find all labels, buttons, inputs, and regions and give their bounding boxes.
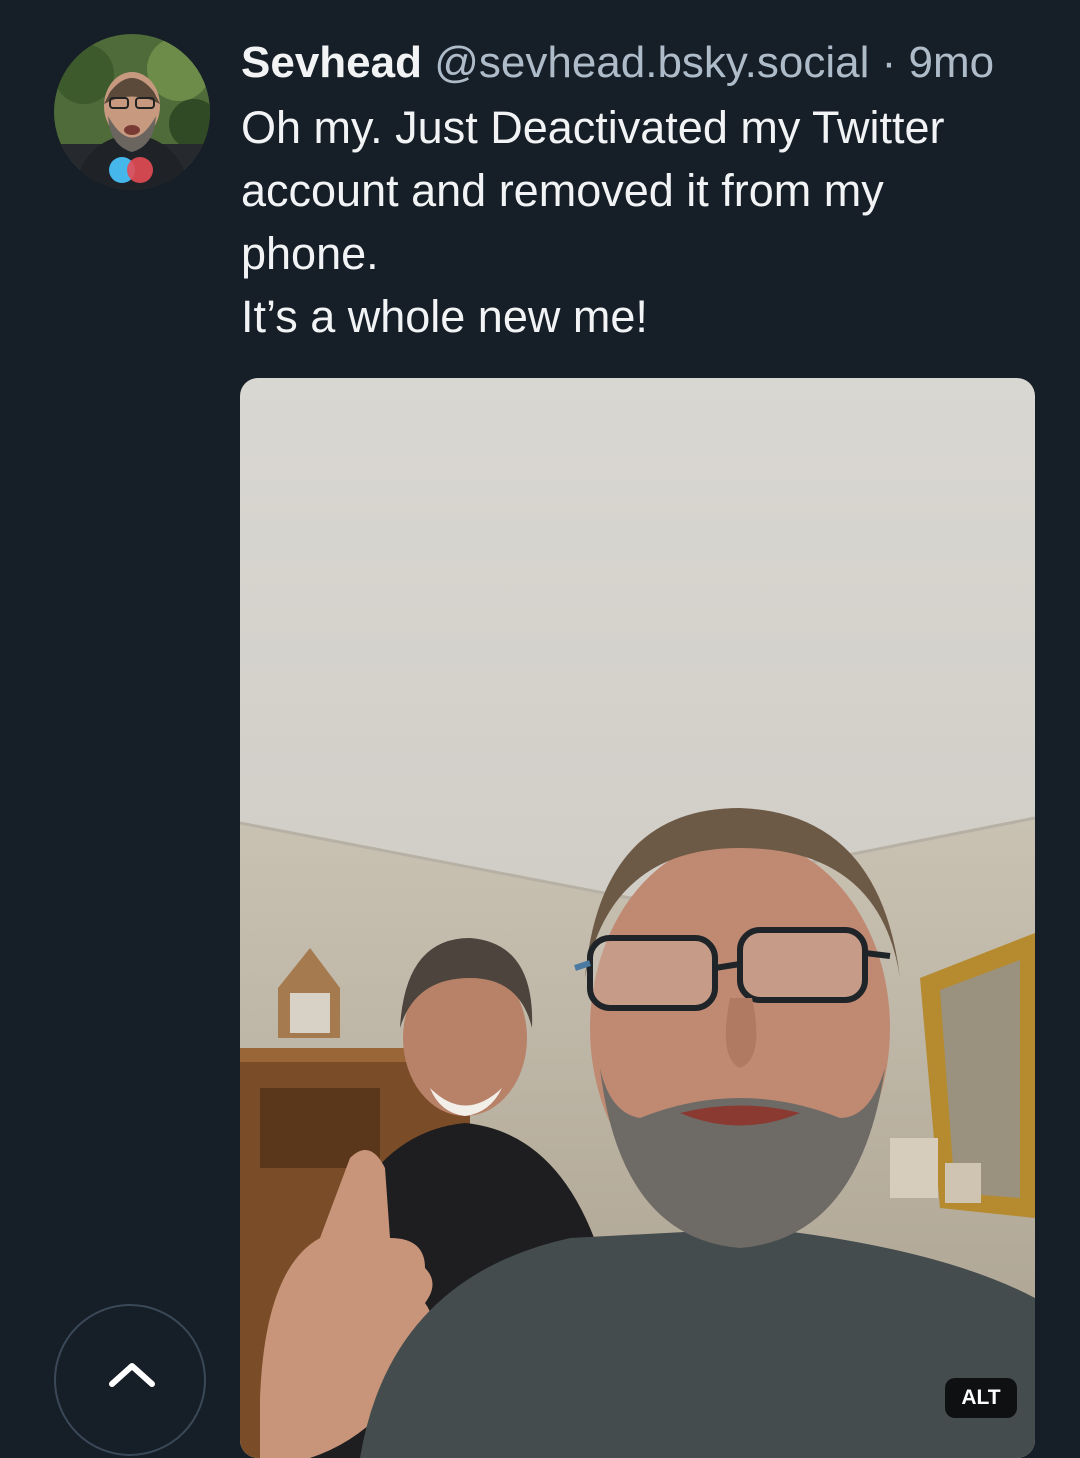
author-avatar[interactable] (54, 34, 210, 190)
author-display-name[interactable]: Sevhead (241, 38, 422, 87)
alt-text-badge[interactable]: ALT (945, 1378, 1017, 1418)
post-text-line: account and removed it from my (241, 165, 884, 216)
post-text: Oh my. Just Deactivated my Twitter accou… (241, 96, 1041, 348)
post-header: Sevhead @sevhead.bsky.social · 9mo (241, 36, 1061, 90)
selfie-photo (240, 378, 1035, 1458)
header-separator: · (881, 38, 897, 87)
author-handle[interactable]: @sevhead.bsky.social (434, 38, 869, 87)
post-text-line: It’s a whole new me! (241, 291, 648, 342)
post[interactable]: Sevhead @sevhead.bsky.social · 9mo Oh my… (0, 0, 1080, 1458)
scroll-to-top-button[interactable] (54, 1304, 206, 1456)
post-text-line: phone. (241, 228, 379, 279)
avatar-image (54, 34, 210, 190)
post-timestamp[interactable]: 9mo (909, 38, 995, 87)
post-text-line: Oh my. Just Deactivated my Twitter (241, 102, 945, 153)
chevron-up-icon (109, 1363, 155, 1387)
post-image[interactable] (240, 378, 1035, 1458)
